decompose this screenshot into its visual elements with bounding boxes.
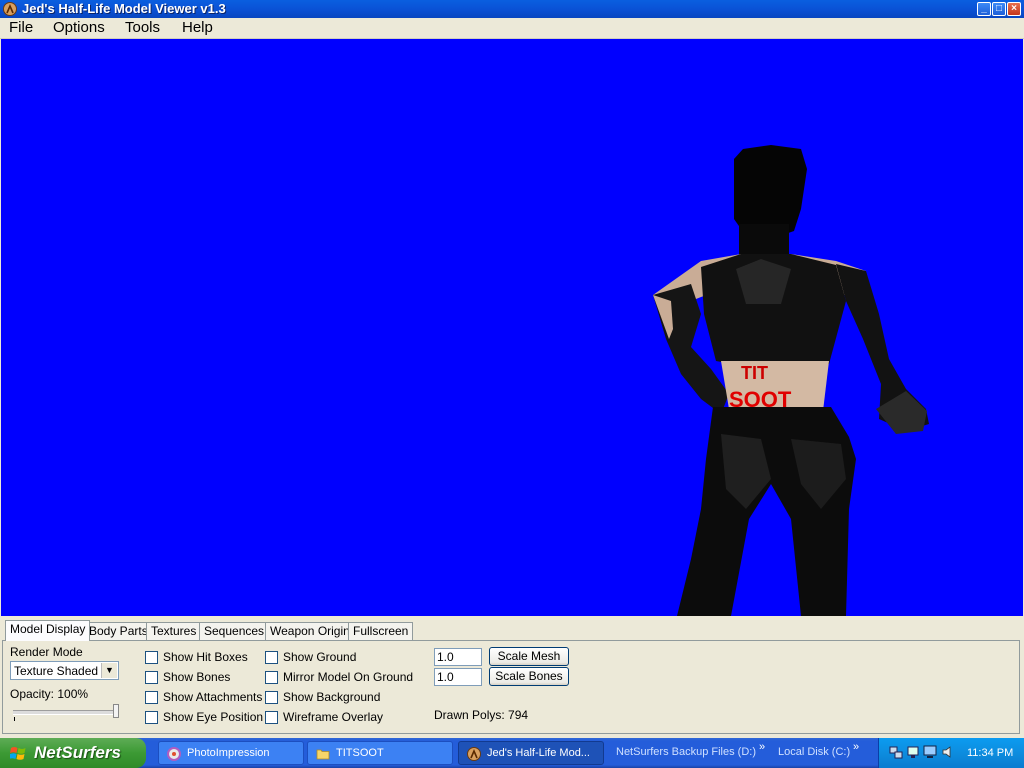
chevron-icon[interactable]: » — [759, 741, 765, 753]
show-attachments-label[interactable]: Show Attachments — [163, 690, 262, 704]
opacity-slider[interactable] — [13, 710, 117, 715]
tab-body-parts[interactable]: Body Parts — [84, 622, 153, 640]
start-button[interactable]: NetSurfers — [0, 738, 146, 768]
toolbar-netsurfers-backup[interactable]: NetSurfers Backup Files (D:) — [616, 746, 756, 758]
show-ground-label[interactable]: Show Ground — [283, 650, 356, 664]
control-panel: Model Display Body Parts Textures Sequen… — [0, 617, 1024, 738]
show-eye-position-label[interactable]: Show Eye Position — [163, 710, 263, 724]
menu-help[interactable]: Help — [179, 18, 216, 38]
task-label: PhotoImpression — [187, 747, 270, 759]
tab-sequences[interactable]: Sequences — [199, 622, 270, 640]
photoimpression-icon — [167, 747, 181, 761]
show-background-checkbox[interactable] — [265, 691, 278, 704]
model-viewport[interactable]: TIT SOOT — [1, 39, 1023, 616]
minimize-button[interactable]: _ — [977, 2, 991, 16]
half-life-lambda-icon — [467, 747, 481, 761]
tab-textures[interactable]: Textures — [146, 622, 202, 640]
show-eye-position-checkbox[interactable] — [145, 711, 158, 724]
model-display-page: Render Mode Texture Shaded ▼ Opacity: 10… — [2, 640, 1020, 734]
maximize-button[interactable]: □ — [992, 2, 1006, 16]
task-label: Jed's Half-Life Mod... — [487, 747, 590, 759]
network-icon[interactable] — [889, 745, 903, 759]
task-half-life-model-viewer[interactable]: Jed's Half-Life Mod... — [458, 741, 604, 765]
show-bones-label[interactable]: Show Bones — [163, 670, 230, 684]
start-label: NetSurfers — [34, 743, 121, 762]
taskbar: NetSurfers PhotoImpression TITSOOT Jed's… — [0, 738, 1024, 768]
menu-bar: File Options Tools Help — [0, 18, 1024, 39]
chevron-down-icon[interactable]: ▼ — [101, 663, 117, 678]
drawn-polys-label: Drawn Polys: 794 — [434, 708, 529, 722]
tab-weapon-origin[interactable]: Weapon Origin — [265, 622, 355, 640]
toolbar-local-disk[interactable]: Local Disk (C:) — [778, 746, 850, 758]
model-text: TIT — [741, 363, 768, 383]
network-icon[interactable] — [906, 745, 920, 759]
mirror-model-checkbox[interactable] — [265, 671, 278, 684]
system-tray: 11:34 PM — [878, 738, 1024, 768]
close-icon: × — [1011, 3, 1017, 14]
task-photoimpression[interactable]: PhotoImpression — [158, 741, 304, 765]
menu-tools[interactable]: Tools — [122, 18, 163, 38]
opacity-slider-thumb[interactable] — [113, 704, 119, 718]
render-mode-label: Render Mode — [10, 645, 83, 659]
show-background-label[interactable]: Show Background — [283, 690, 380, 704]
scale-bones-input[interactable]: 1.0 — [434, 668, 482, 686]
half-life-lambda-icon — [3, 2, 17, 16]
close-button[interactable]: × — [1007, 2, 1021, 16]
folder-icon — [316, 749, 330, 760]
tab-fullscreen[interactable]: Fullscreen — [348, 622, 414, 640]
render-mode-value: Texture Shaded — [14, 664, 99, 678]
scale-mesh-button[interactable]: Scale Mesh — [489, 647, 569, 666]
tab-model-display[interactable]: Model Display — [5, 620, 91, 641]
model-render: TIT SOOT — [653, 145, 929, 616]
wireframe-overlay-label[interactable]: Wireframe Overlay — [283, 710, 383, 724]
chevron-icon[interactable]: » — [853, 741, 859, 753]
menu-options[interactable]: Options — [50, 18, 108, 38]
title-bar[interactable]: Jed's Half-Life Model Viewer v1.3 _ □ × — [0, 0, 1024, 18]
task-label: TITSOOT — [336, 747, 384, 759]
wireframe-overlay-checkbox[interactable] — [265, 711, 278, 724]
show-attachments-checkbox[interactable] — [145, 691, 158, 704]
render-mode-select[interactable]: Texture Shaded ▼ — [10, 661, 119, 680]
scale-mesh-input[interactable]: 1.0 — [434, 648, 482, 666]
opacity-label: Opacity: 100% — [10, 687, 89, 701]
task-titsoot[interactable]: TITSOOT — [307, 741, 453, 765]
scale-bones-button[interactable]: Scale Bones — [489, 667, 569, 686]
maximize-icon: □ — [995, 3, 1003, 14]
mirror-model-label[interactable]: Mirror Model On Ground — [283, 670, 413, 684]
minimize-icon: _ — [981, 3, 987, 14]
display-icon[interactable] — [923, 745, 937, 759]
show-bones-checkbox[interactable] — [145, 671, 158, 684]
window-title: Jed's Half-Life Model Viewer v1.3 — [22, 1, 226, 16]
clock[interactable]: 11:34 PM — [967, 747, 1013, 759]
show-ground-checkbox[interactable] — [265, 651, 278, 664]
menu-file[interactable]: File — [6, 18, 36, 38]
slider-tick — [14, 717, 15, 721]
windows-logo-icon — [10, 747, 26, 760]
show-hit-boxes-checkbox[interactable] — [145, 651, 158, 664]
volume-icon[interactable] — [941, 745, 955, 759]
show-hit-boxes-label[interactable]: Show Hit Boxes — [163, 650, 248, 664]
